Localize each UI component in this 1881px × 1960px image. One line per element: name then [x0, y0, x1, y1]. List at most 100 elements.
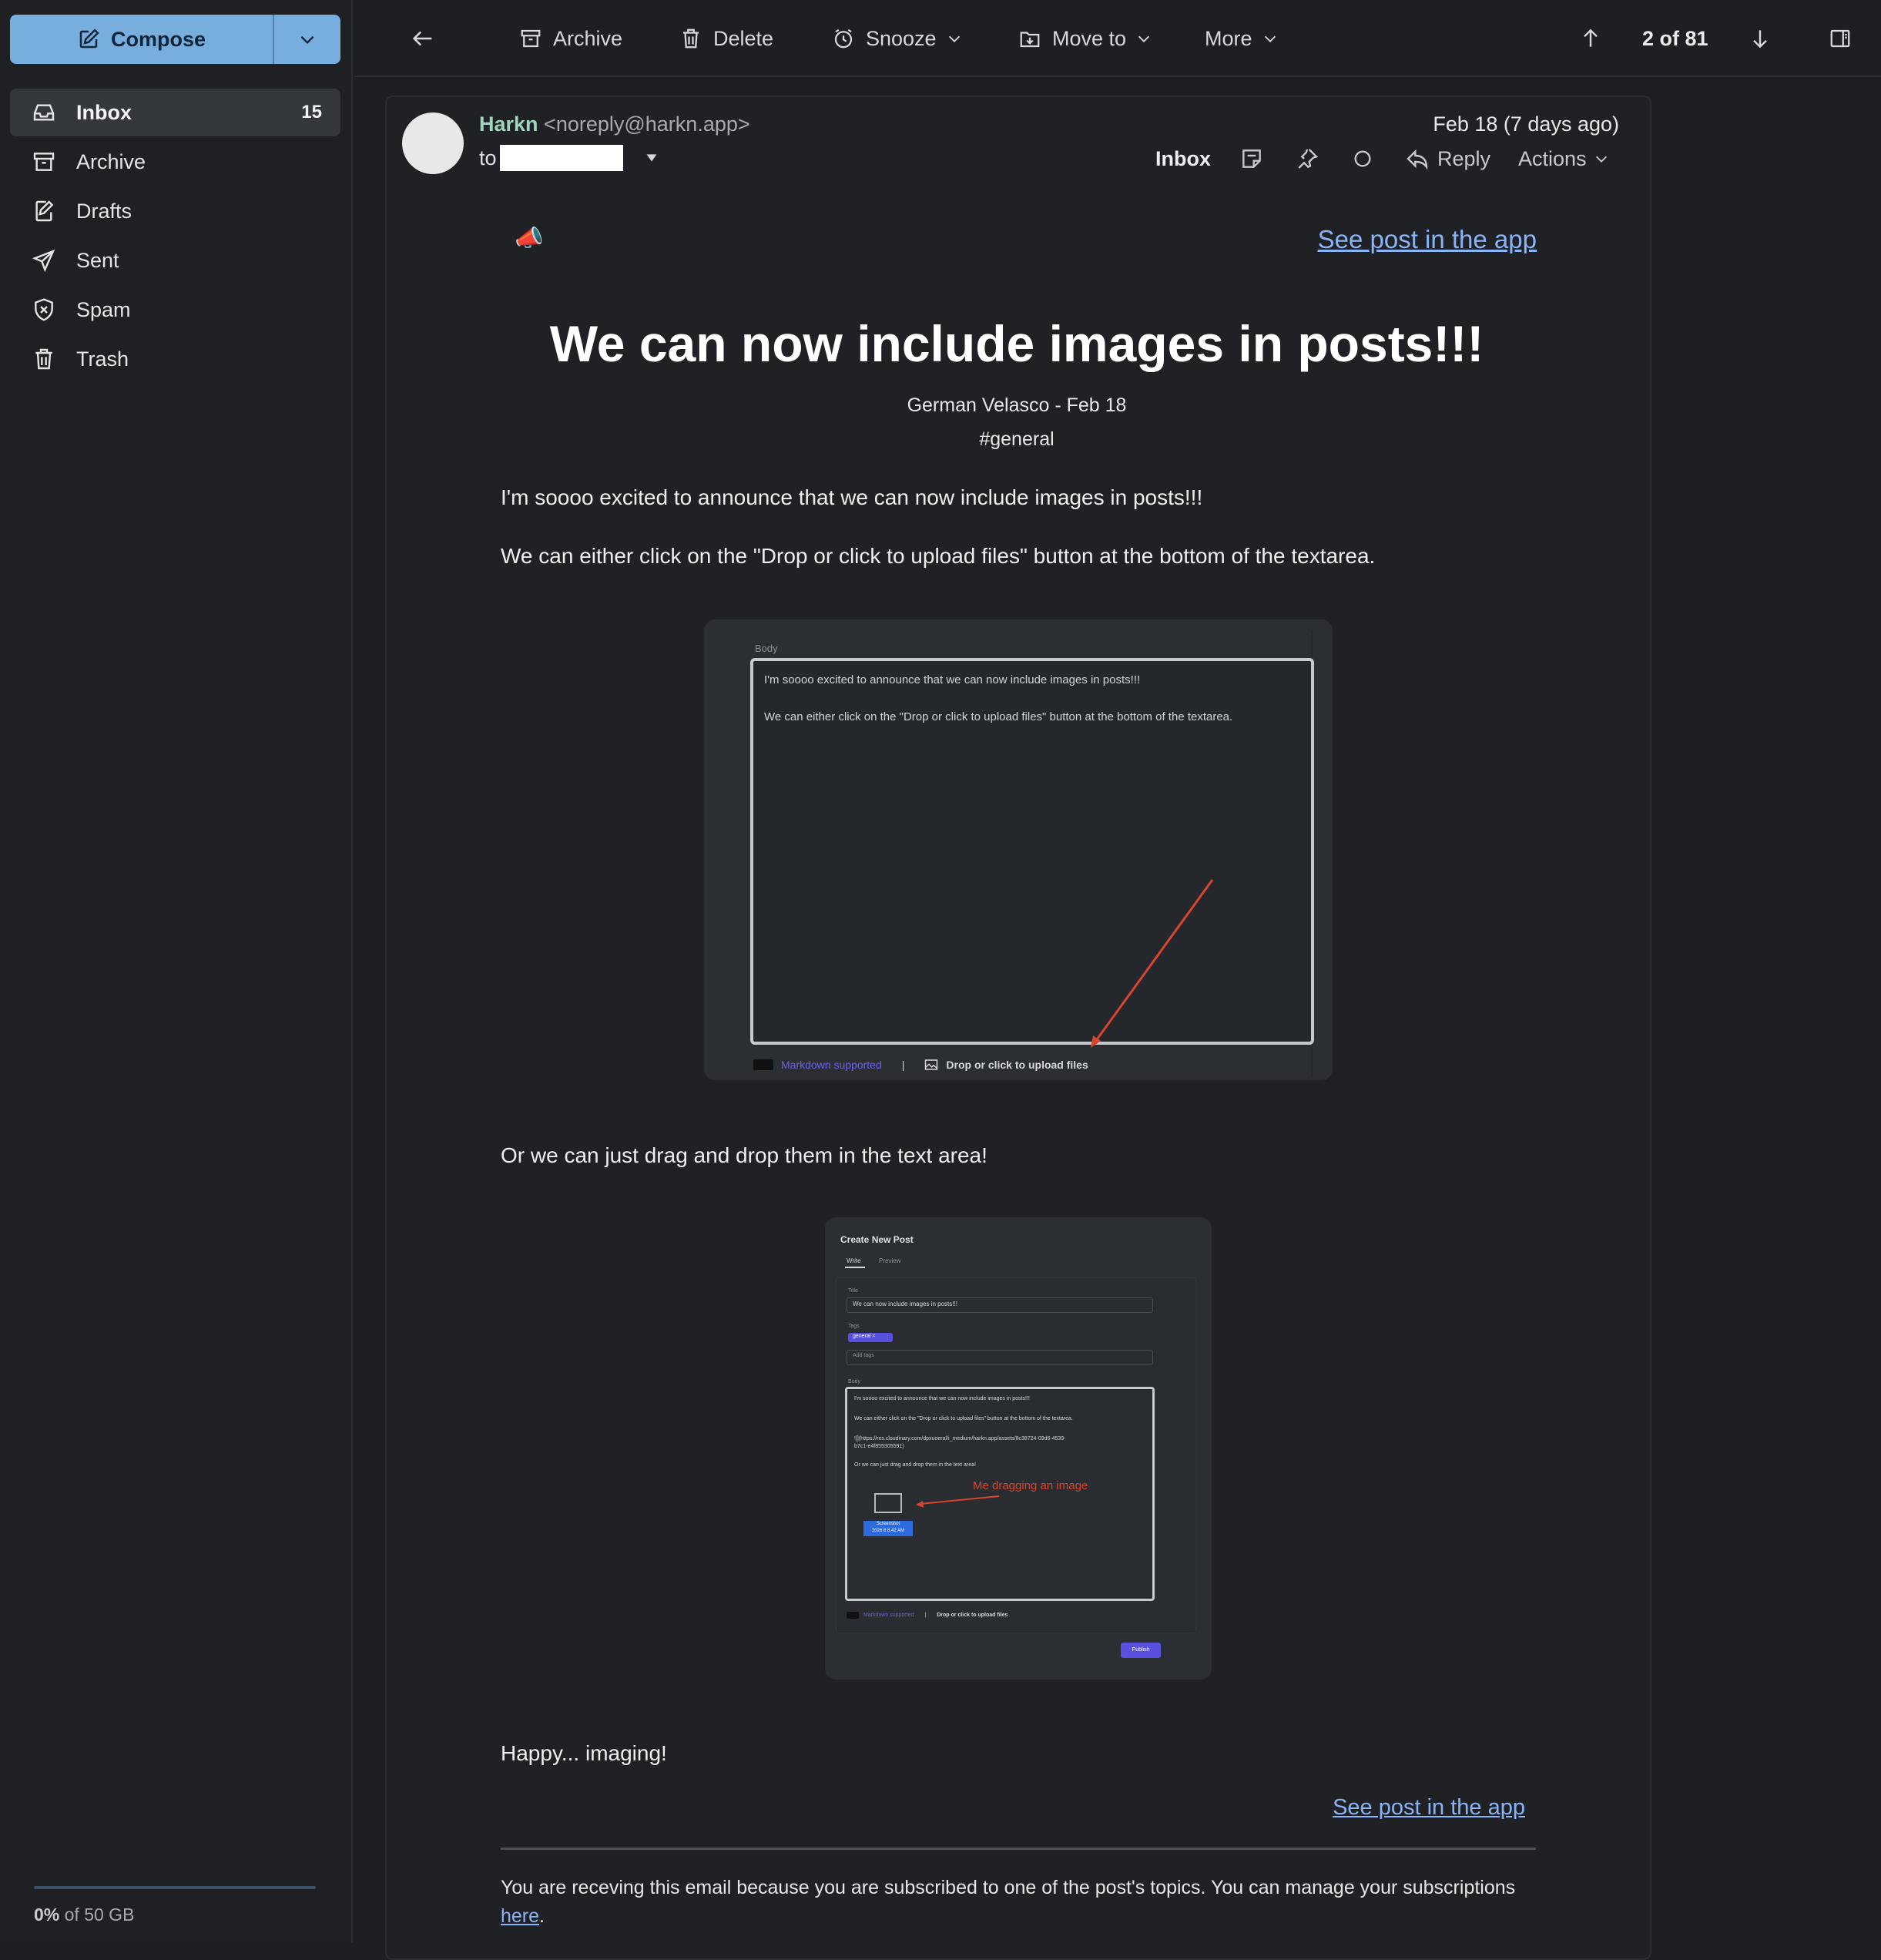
message-date: Feb 18 (7 days ago) — [1433, 112, 1619, 136]
compose-icon — [77, 28, 100, 51]
avatar — [402, 112, 464, 174]
move-to-button[interactable]: Move to — [1017, 0, 1152, 77]
screenshot-publish-button: Publish — [1121, 1643, 1161, 1658]
sidebar-item-sent[interactable]: Sent — [10, 237, 340, 284]
actions-label: Actions — [1518, 146, 1587, 170]
recipients: to — [479, 145, 660, 171]
mark-unread-button[interactable] — [1350, 146, 1376, 172]
actions-menu-button[interactable]: Actions — [1518, 147, 1610, 171]
spam-icon — [30, 296, 58, 324]
body-paragraph: Happy... imaging! — [501, 1741, 667, 1765]
sidebar-panel-icon — [1827, 25, 1853, 52]
caret-down-icon — [643, 149, 660, 166]
pager-text: 2 of 81 — [1642, 26, 1708, 50]
snooze-button[interactable]: Snooze — [830, 0, 963, 77]
chevron-down-icon — [1593, 150, 1610, 167]
see-post-link[interactable]: See post in the app — [1333, 1795, 1525, 1821]
sidebar-item-label: Inbox — [76, 100, 132, 124]
compose-label: Compose — [110, 27, 206, 51]
pin-button[interactable] — [1294, 146, 1320, 172]
post-author: German Velasco - Feb 18 — [907, 394, 1127, 416]
post-tag: #general — [979, 428, 1054, 450]
reply-label: Reply — [1437, 146, 1491, 170]
trash-icon — [30, 345, 58, 373]
sidebar-item-trash[interactable]: Trash — [10, 335, 340, 383]
file-icon — [874, 1493, 902, 1513]
send-icon — [30, 247, 58, 274]
screenshot-file-name: Screenshot 2026 8 8.42 AM — [863, 1521, 913, 1536]
archive-label: Archive — [553, 26, 623, 50]
snooze-label: Snooze — [866, 26, 937, 50]
pager: 2 of 81 — [1642, 0, 1708, 77]
clock-icon — [830, 25, 857, 52]
sidebar-item-label: Archive — [76, 149, 146, 173]
screenshot-file-name-line: Screenshot — [876, 1522, 900, 1526]
move-to-label: Move to — [1052, 26, 1127, 50]
compose-button[interactable]: Compose — [10, 15, 273, 64]
chevron-down-icon — [297, 29, 317, 49]
compose-options-button[interactable] — [274, 15, 340, 64]
back-button[interactable] — [410, 0, 436, 77]
manage-subscriptions-link[interactable]: here — [501, 1905, 539, 1927]
folder-move-icon — [1017, 25, 1043, 52]
screenshot-drag-drop: Create New Post Write Preview Title We c… — [825, 1217, 1212, 1680]
megaphone-icon: 📣 — [515, 226, 544, 251]
annotation-arrow — [916, 1495, 1000, 1508]
arrow-down-icon — [1747, 25, 1773, 52]
see-post-link[interactable]: See post in the app — [1318, 225, 1537, 254]
chevron-down-icon — [1262, 30, 1279, 47]
more-button[interactable]: More — [1205, 0, 1279, 77]
screenshot-footer: Markdown supported | Drop or click to up… — [847, 1612, 1008, 1619]
storage-bar — [34, 1886, 316, 1889]
screenshot-upload-label: Drop or click to upload files — [937, 1613, 1008, 1618]
archive-button[interactable]: Archive — [518, 0, 622, 77]
sender: Harkn <noreply@harkn.app> — [479, 112, 750, 136]
reply-button[interactable]: Reply — [1405, 146, 1490, 171]
delete-button[interactable]: Delete — [678, 0, 773, 77]
screenshot-markdown-label: Markdown supported — [863, 1613, 914, 1618]
sidebar-item-inbox[interactable]: Inbox 15 — [10, 89, 340, 136]
circle-icon — [1352, 148, 1373, 169]
chevron-down-icon — [946, 30, 963, 47]
sidebar-item-label: Drafts — [76, 199, 132, 223]
post-title: We can now include images in posts!!! — [549, 315, 1484, 372]
footer-divider — [501, 1848, 1536, 1850]
chevron-down-icon — [1135, 30, 1152, 47]
pin-icon — [1295, 146, 1319, 171]
storage-usage: 0% of 50 GB — [34, 1905, 134, 1925]
sidebar: Compose Inbox 15 Archive Drafts Sent Spa… — [0, 0, 353, 1943]
sender-name[interactable]: Harkn — [479, 112, 538, 136]
message-toolbar: Archive Delete Snooze Move to More 2 of … — [354, 0, 1881, 77]
archive-icon — [518, 25, 544, 52]
footer-period: . — [539, 1905, 545, 1927]
body-paragraph: Or we can just drag and drop them in the… — [501, 1143, 987, 1167]
sidebar-item-drafts[interactable]: Drafts — [10, 187, 340, 235]
previous-message-button[interactable] — [1578, 0, 1604, 77]
sidebar-item-label: Sent — [76, 248, 119, 272]
more-label: More — [1205, 26, 1252, 50]
sidebar-item-label: Spam — [76, 297, 131, 321]
note-icon — [1239, 146, 1264, 171]
to-label: to — [479, 146, 497, 169]
email-footer: You are receving this email because you … — [501, 1874, 1536, 1931]
body-paragraph: I'm soooo excited to announce that we ca… — [501, 485, 1203, 509]
archive-icon — [30, 148, 58, 176]
next-message-button[interactable] — [1747, 0, 1773, 77]
label-badge[interactable]: Inbox — [1155, 147, 1211, 171]
sidebar-item-spam[interactable]: Spam — [10, 286, 340, 334]
arrow-left-icon — [410, 25, 436, 52]
sidebar-item-label: Trash — [76, 347, 129, 371]
annotation-arrow — [1091, 879, 1214, 1048]
markdown-icon — [847, 1612, 859, 1619]
sidebar-item-archive[interactable]: Archive — [10, 138, 340, 186]
recipient-redacted — [499, 145, 623, 171]
storage-total: of 50 GB — [64, 1905, 135, 1925]
note-button[interactable] — [1239, 146, 1265, 172]
recipients-expand-button[interactable] — [643, 149, 660, 166]
screenshot-upload-button: Body I'm soooo excited to announce that … — [704, 619, 1333, 1080]
toggle-panel-button[interactable] — [1827, 0, 1853, 77]
delete-label: Delete — [713, 26, 774, 50]
inbox-icon — [30, 99, 58, 126]
body-paragraph: We can either click on the "Drop or clic… — [501, 544, 1376, 568]
message-actions: Inbox Reply Actions — [1155, 143, 1610, 174]
